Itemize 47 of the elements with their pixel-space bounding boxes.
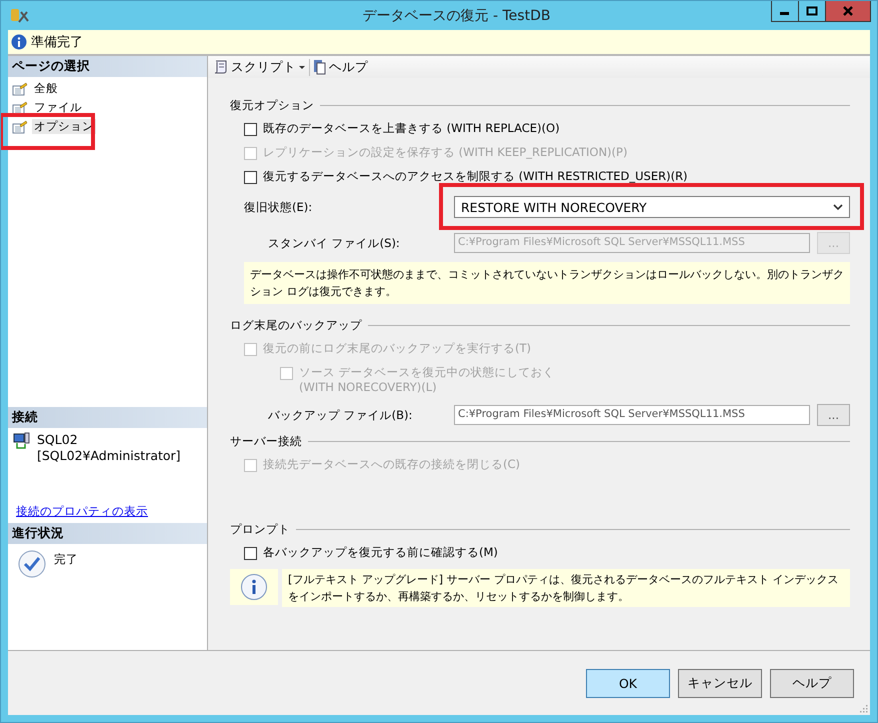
field-label: バックアップ ファイル(B):: [267, 408, 414, 422]
status-text: 準備完了: [31, 34, 83, 51]
server-name: SQL02: [37, 432, 79, 448]
dialog-button[interactable]: OK: [586, 668, 670, 698]
info-message: [フルテキスト アップグレード] サーバー プロパティは、復元されるデータベースのフルテキスト インデックスをインポートするか、再構築するか、リセットするかを制御します。: [282, 569, 850, 607]
info-icon: [11, 34, 27, 50]
server-icon: [13, 432, 31, 450]
browse-button[interactable]: ...: [817, 404, 850, 426]
group-title: プロンプト: [230, 522, 290, 537]
info-icon: [230, 569, 278, 605]
group-title: サーバー接続: [230, 434, 302, 449]
progress-status: 完了: [54, 552, 78, 567]
document-icon: [313, 59, 327, 75]
sidebar-header: ページの選択: [8, 56, 207, 77]
help-button[interactable]: ヘルプ: [309, 58, 371, 76]
checkmark-icon: [18, 550, 46, 578]
resize-grip-icon: [858, 703, 868, 713]
checkbox-option[interactable]: 復元するデータベースへのアクセスを制限する (WITH RESTRICTED_USER)(R): [244, 169, 850, 184]
minimize-button[interactable]: [771, 1, 799, 22]
user-name: [SQL02¥Administrator]: [37, 448, 181, 464]
close-icon: [842, 6, 854, 16]
maximize-icon: [806, 6, 818, 16]
description-note: データベースは操作不可状態のままで、コミットされていないトランザクションはロールバックしない。別のトランザクション ログは復元できます。: [244, 262, 850, 304]
sidebar-header: 接続: [8, 407, 207, 428]
page-list-item[interactable]: ファイル: [32, 100, 84, 115]
checkbox-option[interactable]: 各バックアップを復元する前に確認する(M): [244, 545, 850, 560]
page-icon: [12, 120, 28, 134]
group-title: ログ末尾のバックアップ: [230, 318, 362, 333]
connection-properties-link[interactable]: 接続のプロパティの表示: [8, 500, 156, 523]
dialog-button[interactable]: キャンセル: [678, 668, 762, 698]
field-label: スタンバイ ファイル(S):: [267, 236, 401, 250]
page-icon: [12, 82, 28, 96]
script-button[interactable]: スクリプト: [210, 58, 309, 76]
recovery-state-dropdown[interactable]: RESTORE WITH NORECOVERY: [454, 196, 850, 218]
dialog-button[interactable]: ヘルプ: [770, 668, 854, 698]
field-label: 復旧状態(E):: [243, 200, 314, 214]
page-icon: [12, 100, 28, 114]
caret-icon: [298, 64, 306, 70]
checkbox-option[interactable]: 既存のデータベースを上書きする (WITH REPLACE)(O): [244, 121, 850, 136]
page-list-item[interactable]: 全般: [32, 81, 60, 96]
group-title: 復元オプション: [230, 98, 314, 113]
sidebar-header: 進行状況: [8, 523, 207, 544]
scroll-icon: [213, 59, 229, 75]
chevron-icon: [833, 204, 843, 210]
close-button[interactable]: [825, 1, 871, 22]
file-path-field[interactable]: C:¥Program Files¥Microsoft SQL Server¥MSSQL11.MSS: [454, 405, 810, 425]
window-title: データベースの復元 - TestDB: [362, 6, 552, 24]
